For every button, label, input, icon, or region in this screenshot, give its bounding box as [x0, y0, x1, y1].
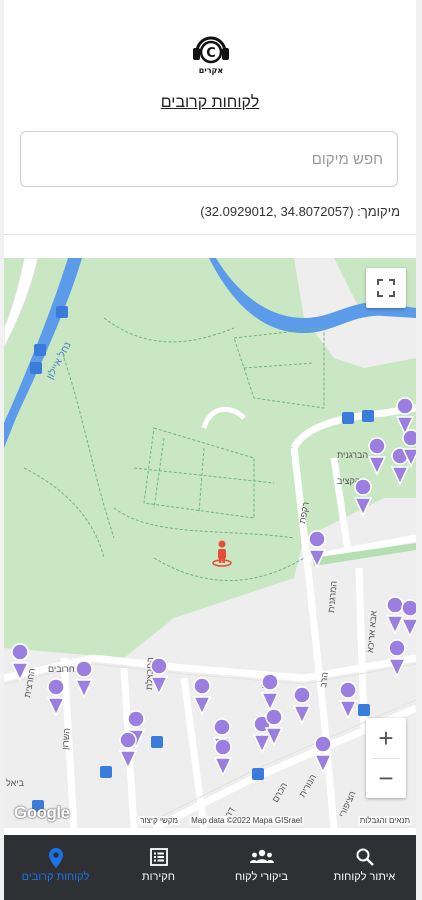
nav-item-find-customers[interactable]: איתור לקוחות: [313, 835, 416, 900]
fullscreen-button[interactable]: [366, 268, 406, 308]
list-icon: [149, 848, 168, 866]
nav-item-label: ביקורי לקוח: [235, 871, 288, 883]
terms-link[interactable]: תנאים והגבלות: [357, 816, 412, 825]
people-icon: [249, 849, 274, 863]
svg-text:C: C: [206, 46, 216, 61]
nav-item-nearby-customers[interactable]: לקוחות קרובים: [4, 835, 107, 900]
zoom-out-button[interactable]: −: [366, 758, 406, 798]
divider: [4, 234, 416, 235]
keyboard-shortcuts-link[interactable]: מקשי קיצור: [138, 816, 180, 825]
map-data-credit: Map data ©2022 Mapa GISrael: [189, 816, 304, 825]
app-frame: C אקרים לקוחות קרובים מיקומך: (34.807205…: [4, 0, 416, 900]
nav-item-label: חקירות: [142, 871, 175, 883]
location-search-input[interactable]: [21, 132, 397, 186]
location-label: מיקומך:: [357, 204, 400, 219]
location-pin-icon: [48, 848, 63, 868]
label-bialik: ביאל: [6, 778, 25, 788]
zoom-in-button[interactable]: +: [366, 718, 406, 758]
search-icon: [356, 848, 374, 866]
nav-item-label: לקוחות קרובים: [21, 871, 90, 883]
label-hasharon: השרון: [60, 728, 72, 751]
label-harav: הרב: [318, 672, 330, 689]
logo-text: אקרים: [198, 66, 224, 75]
nav-item-label: איתור לקוחות: [333, 871, 396, 883]
app-logo: C אקרים: [189, 30, 233, 80]
search-box[interactable]: [20, 131, 398, 187]
nav-item-customer-visits[interactable]: ביקורי לקוח: [210, 835, 313, 900]
header: C אקרים לקוחות קרובים מיקומך: (34.807205…: [4, 0, 416, 235]
nav-item-investigations[interactable]: חקירות: [107, 835, 210, 900]
page-title[interactable]: לקוחות קרובים: [4, 94, 416, 112]
map-view[interactable]: נחל איילון הברגנית הקציב רקפת המרגנית אב…: [4, 258, 416, 828]
zoom-control: + −: [366, 718, 406, 798]
map-attribution: תנאים והגבלות Map data ©2022 Mapa GISrae…: [4, 812, 416, 828]
bottom-navigation: איתור לקוחות ביקורי לקוח חקירות לקוחות ק…: [4, 835, 416, 900]
fullscreen-icon: [377, 279, 395, 297]
label-habarnit: הברגנית: [337, 450, 368, 460]
headset-logo-icon: C: [193, 36, 229, 64]
current-location: מיקומך: (34.8072057 ,32.0929012): [200, 204, 400, 219]
map-canvas[interactable]: נחל איילון הברגנית הקציב רקפת המרגנית אב…: [4, 258, 416, 828]
location-coordinates: (34.8072057 ,32.0929012): [200, 204, 354, 219]
